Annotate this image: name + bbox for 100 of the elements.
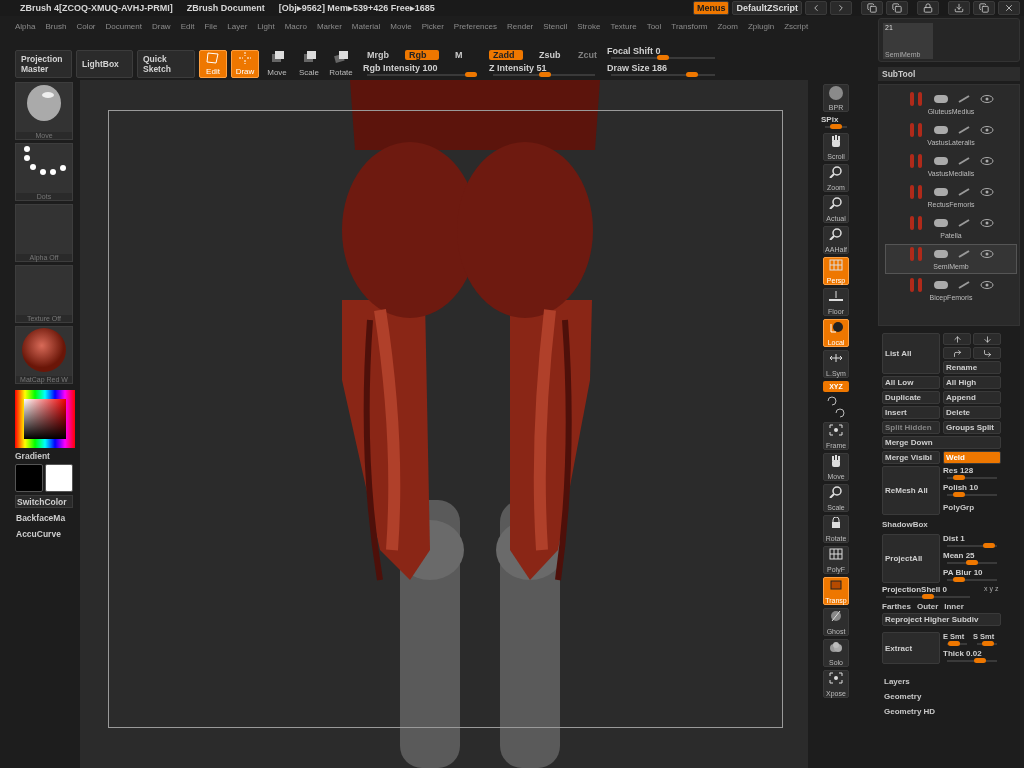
list-all-button[interactable]: List All xyxy=(882,333,940,374)
ghost-icon xyxy=(829,610,843,622)
slider-thumb[interactable] xyxy=(947,641,960,646)
subtool-button[interactable]: Delete xyxy=(943,406,1001,419)
close-icon xyxy=(1004,3,1014,13)
layout-button[interactable] xyxy=(861,1,883,15)
z-mode-toggle[interactable]: Zadd xyxy=(489,50,523,60)
title-bar-button[interactable]: DefaultZScript xyxy=(732,1,802,15)
subtool-button[interactable]: Merge Down xyxy=(882,436,1001,449)
quick-sketch-button[interactable]: Quick Sketch xyxy=(137,50,195,78)
slider-thumb[interactable] xyxy=(465,72,477,77)
menu-item[interactable]: Alpha xyxy=(15,21,36,31)
lock-button[interactable] xyxy=(917,1,939,15)
slider-thumb[interactable] xyxy=(973,658,986,663)
slider-thumb[interactable] xyxy=(952,492,965,497)
menu-item[interactable]: Light xyxy=(257,21,275,31)
shelf-button[interactable]: BackfaceMa xyxy=(15,511,73,524)
move-up-button[interactable] xyxy=(943,333,971,345)
shelf-button[interactable]: SwitchColor xyxy=(15,495,73,508)
restore-button[interactable] xyxy=(973,1,995,15)
menu-item[interactable]: Marker xyxy=(316,21,342,31)
subtool-button[interactable]: All High xyxy=(943,376,1001,389)
menu-item[interactable]: Draw xyxy=(151,21,171,31)
arrow-up-icon xyxy=(952,334,962,344)
palette-header[interactable]: Layers xyxy=(884,677,1020,686)
slider-thumb[interactable] xyxy=(657,55,669,60)
menu-item[interactable]: Preferences xyxy=(453,21,497,31)
menu-item[interactable]: Zplugin xyxy=(747,21,775,31)
slider-thumb[interactable] xyxy=(922,594,934,599)
slider-thumb[interactable] xyxy=(686,72,699,77)
title-bar-button[interactable]: Menus xyxy=(692,1,730,15)
brush-icon xyxy=(958,281,970,289)
menu-item[interactable]: Zscript xyxy=(784,21,809,31)
subtool-header[interactable]: SubTool xyxy=(878,67,1020,81)
lightbox-button[interactable]: LightBox xyxy=(76,50,133,78)
project-all-button[interactable]: ProjectAll xyxy=(882,534,940,583)
shell-option[interactable]: Outer xyxy=(916,602,939,611)
menu-item[interactable]: Document xyxy=(105,21,142,31)
subtool-button[interactable]: Append xyxy=(943,391,1001,404)
subtool-button[interactable]: All Low xyxy=(882,376,940,389)
palette-header[interactable]: Geometry xyxy=(884,692,1020,701)
color-mode-toggle[interactable]: Mrgb xyxy=(363,50,393,60)
menu-item[interactable]: Zoom xyxy=(717,21,738,31)
menu-item[interactable]: Picker xyxy=(421,21,444,31)
color-swatch[interactable] xyxy=(45,464,73,492)
menu-item[interactable]: Stencil xyxy=(543,21,568,31)
projection-master-button[interactable]: Projection Master xyxy=(15,50,72,78)
color-mode-toggle[interactable]: Rgb xyxy=(405,50,439,60)
menu-item[interactable]: Stroke xyxy=(577,21,601,31)
subtool-button[interactable]: Groups Split xyxy=(943,421,1001,434)
slider-thumb[interactable] xyxy=(952,475,965,480)
menu-item[interactable]: File xyxy=(204,21,218,31)
shell-option[interactable]: Farthes xyxy=(882,602,911,611)
slider-thumb[interactable] xyxy=(952,577,965,582)
mode-button[interactable]: Rotate xyxy=(327,50,355,78)
magnifier-icon xyxy=(829,486,843,498)
reproject-button[interactable]: Reproject Higher Subdiv xyxy=(882,613,1001,626)
menu-item[interactable]: Tool xyxy=(646,21,662,31)
slider-thumb[interactable] xyxy=(966,560,978,565)
lock-icon xyxy=(923,3,933,13)
move-down-button[interactable] xyxy=(973,333,1001,345)
subtool-button[interactable]: Duplicate xyxy=(882,391,940,404)
mode-button[interactable]: Move xyxy=(263,50,291,78)
slider-thumb[interactable] xyxy=(981,641,994,646)
windows-icon xyxy=(979,3,989,13)
menu-item[interactable]: Color xyxy=(76,21,96,31)
menu-item[interactable]: Texture xyxy=(610,21,637,31)
color-picker[interactable] xyxy=(15,390,75,448)
subtool-button[interactable]: Merge Visibl xyxy=(882,451,940,464)
menu-item[interactable]: Layer xyxy=(227,21,248,31)
muscle-icon xyxy=(908,153,924,169)
rename-button[interactable]: Rename xyxy=(943,361,1001,374)
minimize-button[interactable] xyxy=(948,1,970,15)
remesh-button[interactable]: ReMesh All xyxy=(882,466,940,515)
layout-button[interactable] xyxy=(886,1,908,15)
redo-arrow-button[interactable] xyxy=(943,347,971,359)
slider-thumb[interactable] xyxy=(830,124,842,129)
magnifier-icon xyxy=(829,197,843,209)
slider-label: PA Blur 10 xyxy=(943,568,984,578)
menu-item[interactable]: Brush xyxy=(45,21,67,31)
color-swatch[interactable] xyxy=(15,464,43,492)
mode-button[interactable]: Scale xyxy=(295,50,323,78)
extract-button[interactable]: Extract xyxy=(882,632,940,664)
menu-item[interactable]: Edit xyxy=(180,21,195,31)
menu-item[interactable]: Transform xyxy=(671,21,708,31)
toggle-icon xyxy=(934,157,948,165)
shell-option[interactable]: Inner xyxy=(944,602,964,611)
corner-arrow-button[interactable] xyxy=(973,347,1001,359)
slider-thumb[interactable] xyxy=(983,543,996,548)
menu-item[interactable]: Render xyxy=(507,21,534,31)
close-button[interactable] xyxy=(998,1,1020,15)
menu-item[interactable]: Material xyxy=(351,21,381,31)
menu-item[interactable]: Macro xyxy=(284,21,307,31)
color-mode-toggle[interactable]: M xyxy=(451,50,467,60)
palette-header[interactable]: Geometry HD xyxy=(884,707,1020,716)
shelf-button[interactable]: AccuCurve xyxy=(15,527,73,540)
subtool-button[interactable]: Insert xyxy=(882,406,940,419)
z-mode-toggle[interactable]: Zsub xyxy=(535,50,563,60)
menu-item[interactable]: Movie xyxy=(390,21,412,31)
slider-thumb[interactable] xyxy=(538,72,551,77)
